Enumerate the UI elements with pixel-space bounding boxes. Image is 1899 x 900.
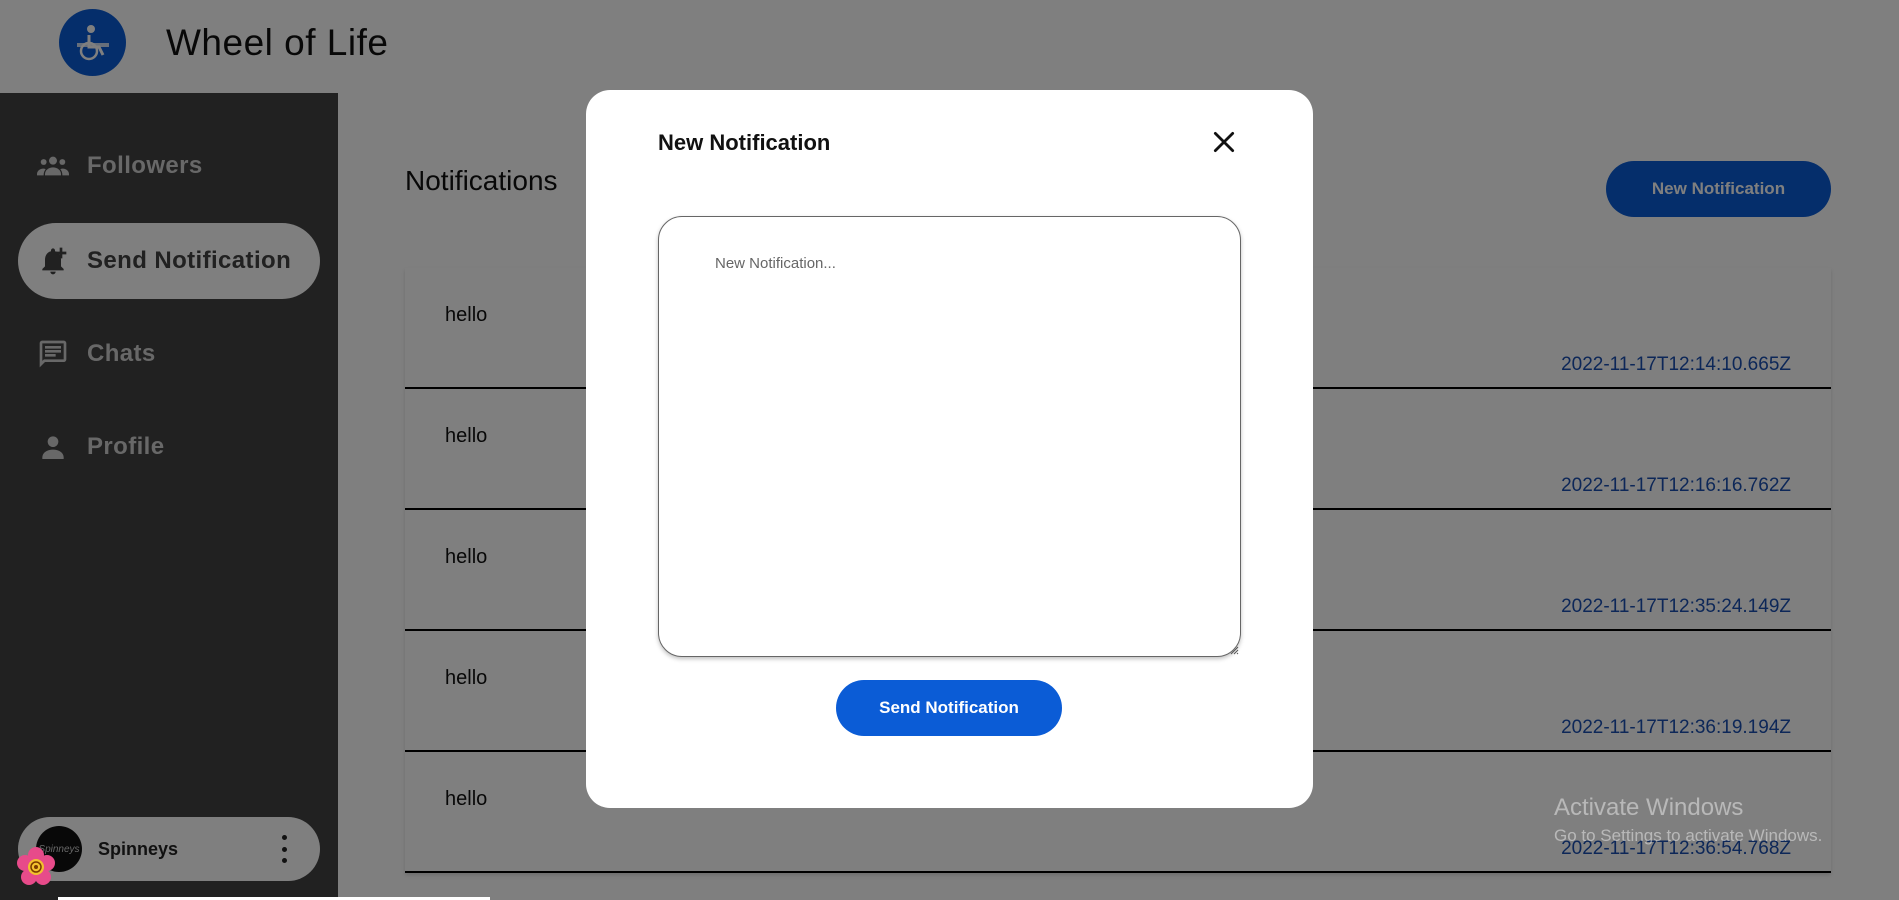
- notification-textarea[interactable]: [658, 216, 1241, 657]
- watermark-subtitle: Go to Settings to activate Windows.: [1554, 826, 1823, 845]
- watermark-title: Activate Windows: [1554, 794, 1744, 821]
- modal-title: New Notification: [658, 130, 831, 155]
- resize-grip-icon[interactable]: [1229, 645, 1239, 655]
- activation-watermark: Activate Windows Go to Settings to activ…: [1554, 794, 1822, 846]
- close-icon[interactable]: [1208, 126, 1240, 158]
- send-notification-button[interactable]: Send Notification: [836, 680, 1062, 736]
- new-notification-modal: New Notification Send Notification: [586, 90, 1313, 808]
- flower-icon[interactable]: [14, 845, 58, 889]
